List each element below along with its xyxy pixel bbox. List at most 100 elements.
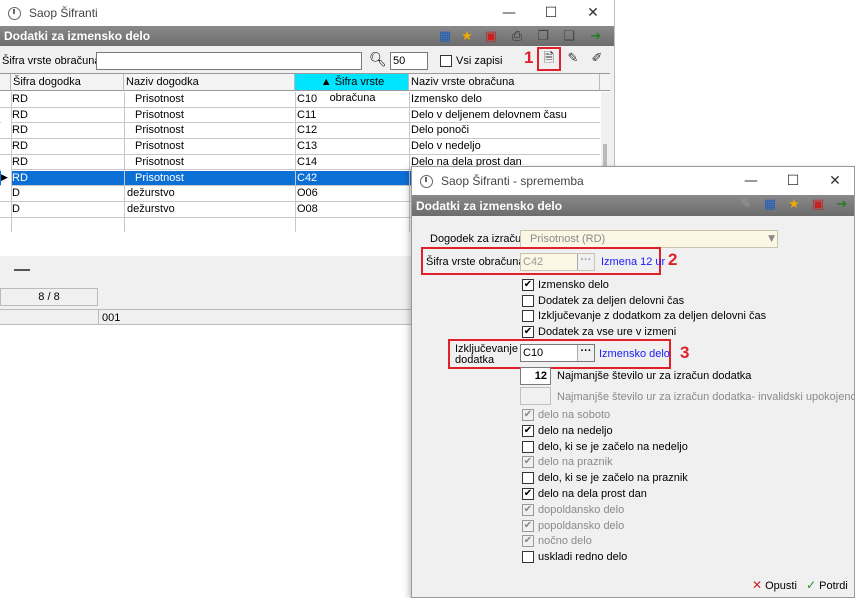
code-input-value: C42 [523,256,544,268]
grid-splitter-handle[interactable] [14,269,30,271]
checkbox[interactable] [522,472,534,485]
checkbox-row[interactable]: ✔ delo na soboto [522,409,852,423]
scroll-header [600,74,610,91]
cancel-button[interactable]: ✕ Opusti [752,578,798,594]
table-row[interactable]: RD Prisotnost C13 Delo v nedeljo [0,139,600,155]
checkbox[interactable]: ✔ [522,503,534,516]
cell-calc-code: C11 [297,108,317,121]
record-count-input[interactable]: 50 [390,52,428,70]
checkbox[interactable]: ✔ [522,424,534,437]
dialog-minimize-button[interactable]: — [736,171,766,191]
export-pdf-icon[interactable]: ▣ [483,29,499,45]
edit-note-icon[interactable]: ✎ [738,197,754,213]
dialog-close-button[interactable]: ✕ [820,171,850,191]
checkbox[interactable] [522,551,534,564]
checkbox-row[interactable]: ✔ Izmensko delo [522,279,852,293]
cell-event-name: Prisotnost [135,108,184,121]
checkbox[interactable]: ✔ [522,325,534,338]
copy-search-icon[interactable]: ❏ [561,29,577,45]
dialog-title: Saop Šifranti - sprememba [441,174,584,188]
checkbox-row[interactable]: Dodatek za deljen delovni čas [522,294,852,309]
code-link[interactable]: Izmena 12 ur [601,256,665,268]
close-button[interactable]: ✕ [578,3,608,23]
checkbox-row[interactable]: ✔ delo na dela prost dan [522,488,852,502]
checkbox-label: delo na dela prost dan [538,488,647,500]
cell-calc-name: Izmensko delo [411,93,482,105]
cell-calc-code: C12 [297,124,318,137]
bottom-checkbox-group: ✔ delo na soboto ✔ delo na nedeljo delo, ki … [522,409,852,567]
all-records-checkbox[interactable] [440,55,452,67]
status-divider [98,310,99,325]
table-row[interactable]: RD Prisotnost C10 Izmensko delo [0,92,600,108]
checkbox-row[interactable]: ✔ dopoldansko delo [522,503,852,518]
new-record-icon[interactable]: 🗎 [541,51,557,67]
code-lookup-button[interactable]: ··· [577,254,594,270]
dialog-pdf-icon[interactable]: ▣ [810,197,826,213]
maximize-button[interactable]: ☐ [536,3,566,23]
scrollbar-thumb[interactable] [603,144,607,166]
dialog-timer-icon [420,174,433,188]
checkbox[interactable] [522,294,534,307]
checkbox[interactable] [522,440,534,453]
filter-input[interactable] [96,52,362,70]
row-indicator [1,107,11,123]
checkbox-row[interactable]: delo, ki se je začelo na nedeljo [522,440,852,455]
checkbox-row[interactable]: Izključevanje z dodatkom za deljen delov… [522,310,852,324]
min-hours-input[interactable]: 12 [520,367,551,385]
row-indicator [1,186,11,202]
col-header-event-name[interactable]: Naziv dogodka [124,74,295,91]
checkbox[interactable]: ✔ [522,535,534,548]
dialog-exit-icon[interactable]: ➔ [834,197,850,213]
col-header-calc-code[interactable]: ▲ Šifra vrste obračuna [295,74,409,104]
cell-event-code: RD [12,155,28,168]
confirm-label: Potrdi [819,580,848,592]
checkbox-row[interactable]: ✔ delo na nedeljo [522,424,852,439]
checkbox[interactable]: ✔ [522,488,534,500]
checkbox[interactable] [522,310,534,322]
grid-column-divider [295,92,296,232]
dialog-favorite-icon[interactable]: ★ [786,197,802,213]
dialog-maximize-button[interactable]: ☐ [778,171,808,191]
excl-link[interactable]: Izmensko delo [599,348,670,360]
table-row[interactable]: RD Prisotnost C11 Delo v deljenem delovnem … [0,107,600,124]
event-label: Dogodek za izračun [430,233,528,245]
top-checkbox-group: ✔ Izmensko delo Dodatek za deljen delovni … [522,279,852,343]
edit-copy-icon[interactable]: ✐ [589,51,605,67]
min-hours-inv-input[interactable] [520,387,551,405]
cell-calc-code: C14 [297,155,318,168]
excl-input[interactable]: C10 ··· [520,344,595,362]
checkbox-row[interactable]: ✔ popoldansko delo [522,519,852,534]
table-row[interactable]: RD Prisotnost C12 Delo ponoči [0,123,600,140]
checkbox-label: Izključevanje z dodatkom za deljen delov… [538,310,767,322]
checkbox[interactable]: ✔ [522,279,534,291]
minimize-button[interactable]: — [494,3,524,23]
col-header-calc-name[interactable]: Naziv vrste obračuna [409,74,600,91]
print-icon[interactable]: ⎙ [509,29,525,45]
confirm-button[interactable]: ✓ Potrdi [806,578,854,594]
checkbox-row[interactable]: ✔ nočno delo [522,535,852,549]
record-counter: 8 / 8 [0,288,98,306]
annotation-3: 3 [680,343,690,362]
dialog-grid-icon[interactable]: ▦ [762,197,778,213]
search-icon[interactable]: 🔍︎ [369,52,387,68]
grid-view-icon[interactable]: ▦ [437,29,453,45]
cell-calc-code: O06 [297,187,318,200]
checkbox[interactable]: ✔ [522,409,534,421]
checkbox[interactable]: ✔ [522,456,534,469]
favorite-star-icon[interactable]: ★ [459,29,475,45]
col-header-event-code[interactable]: Šifra dogodka [11,74,124,91]
checkbox-row[interactable]: ✔ Dodatek za vse ure v izmeni [522,325,852,340]
row-indicator [1,154,11,170]
exit-icon[interactable]: ➔ [588,29,604,45]
edit-record-icon[interactable]: ✎ [565,51,581,67]
checkbox-row[interactable]: delo, ki se je začelo na praznik [522,472,852,486]
event-select[interactable]: Prisotnost (RD) ▼ [520,230,778,248]
checkbox-row[interactable]: ✔ delo na praznik [522,456,852,470]
edit-dialog: Saop Šifranti - sprememba — ☐ ✕ Dodatki … [411,166,855,598]
code-input[interactable]: C42 ··· [520,253,595,271]
excl-lookup-button[interactable]: ··· [577,345,594,361]
row-indicator-header [0,74,11,91]
checkbox[interactable]: ✔ [522,519,534,532]
copy-icon[interactable]: ❐ [535,29,551,45]
checkbox-row[interactable]: uskladi redno delo [522,551,852,565]
